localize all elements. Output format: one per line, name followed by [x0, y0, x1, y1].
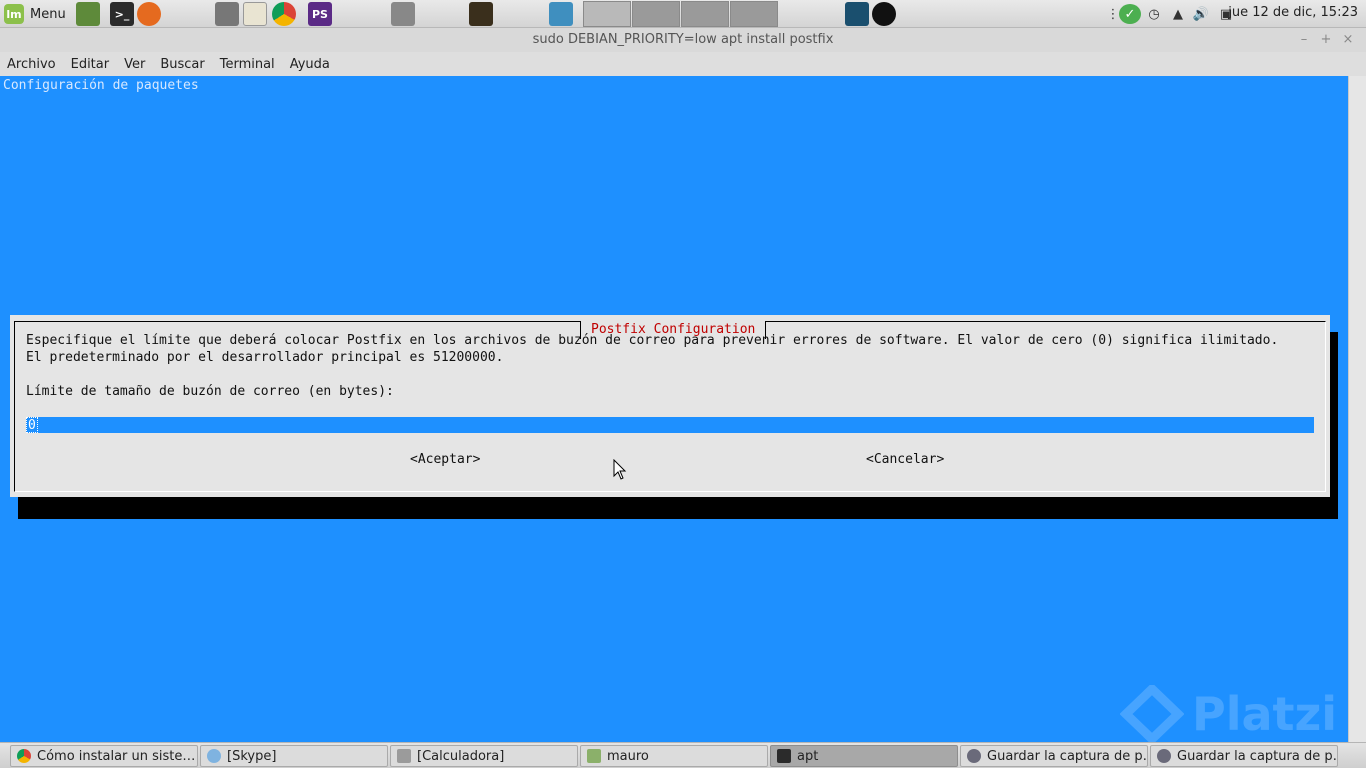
workspace-thumb-terminal[interactable] — [583, 1, 631, 27]
shield-icon[interactable]: ◷ — [1144, 4, 1164, 24]
update-manager-icon[interactable]: ✓ — [1119, 4, 1141, 24]
mouse-pointer-icon — [613, 459, 627, 480]
disk-icon[interactable] — [391, 2, 415, 26]
file-manager-icon — [587, 749, 601, 763]
screenshot-icon — [967, 749, 981, 763]
menubar: Archivo Editar Ver Buscar Terminal Ayuda — [0, 52, 1366, 76]
taskbar-item-label: apt — [797, 748, 819, 764]
taskbar-item-screenshot-1[interactable]: Guardar la captura de p… — [960, 745, 1148, 767]
taskbar-item-label: Guardar la captura de p… — [987, 748, 1148, 764]
window-title: sudo DEBIAN_PRIORITY=low apt install pos… — [0, 28, 1366, 52]
taskbar-item-skype[interactable]: [Skype] — [200, 745, 388, 767]
chrome-icon — [17, 749, 31, 763]
accept-button[interactable]: <Aceptar> — [410, 451, 480, 468]
taskbar-item-label: mauro — [607, 748, 649, 764]
taskbar-item-file-manager[interactable]: mauro — [580, 745, 768, 767]
taskbar-item-chrome[interactable]: Cómo instalar un siste… — [10, 745, 198, 767]
taskbar-item-label: [Calculadora] — [417, 748, 505, 764]
dialog-description-line2: El predeterminado por el desarrollador p… — [26, 350, 504, 365]
network-signal-icon[interactable]: ▲ — [1168, 4, 1188, 24]
taskbar-item-label: Cómo instalar un siste… — [37, 748, 196, 764]
mailbox-limit-label: Límite de tamaño de buzón de correo (en … — [26, 384, 394, 399]
menu-buscar[interactable]: Buscar — [160, 57, 204, 72]
phpstorm-icon[interactable]: PS — [308, 2, 332, 26]
taskbar-item-apt[interactable]: apt — [770, 745, 958, 767]
platzi-watermark: Platzi — [1120, 684, 1337, 744]
terminal-area[interactable]: Configuración de paquetes Postfix Config… — [0, 76, 1348, 742]
watermark-text: Platzi — [1192, 687, 1338, 741]
top-panel: lm Menu >_ PS ⋮ ✓ ◷ ▲ 🔊 ▣ jue 12 de dic,… — [0, 0, 1366, 28]
taskbar-item-label: Guardar la captura de p… — [1177, 748, 1338, 764]
package-config-header: Configuración de paquetes — [3, 78, 199, 93]
skype-icon — [207, 749, 221, 763]
system-monitor-icon[interactable] — [469, 2, 493, 26]
workspace-thumb-4[interactable] — [730, 1, 778, 27]
menu-label: Menu — [30, 6, 66, 22]
workspace-thumb-chrome[interactable] — [632, 1, 680, 27]
menu-archivo[interactable]: Archivo — [7, 57, 56, 72]
postfix-dialog: Postfix Configuration Especifique el lím… — [10, 315, 1330, 497]
camera-icon[interactable] — [215, 2, 239, 26]
taskbar-item-calculator[interactable]: [Calculadora] — [390, 745, 578, 767]
linux-mint-icon: lm — [4, 4, 24, 24]
calculator-icon — [397, 749, 411, 763]
terminal-launcher-icon[interactable]: >_ — [110, 2, 134, 26]
dialog-description-line1: Especifique el límite que deberá colocar… — [26, 333, 1279, 348]
chrome-icon[interactable] — [272, 2, 296, 26]
taskbar-item-screenshot-2[interactable]: Guardar la captura de p… — [1150, 745, 1338, 767]
menu-ver[interactable]: Ver — [124, 57, 145, 72]
obs-icon[interactable] — [872, 2, 896, 26]
terminal-scrollbar[interactable] — [1348, 76, 1366, 742]
minimize-button[interactable]: – — [1294, 28, 1314, 52]
maximize-button[interactable]: + — [1316, 28, 1336, 52]
mailbox-limit-value: 0 — [26, 417, 38, 433]
clock[interactable]: jue 12 de dic, 15:23 — [1228, 5, 1358, 20]
taskbar-item-label: [Skype] — [227, 748, 277, 764]
volume-icon[interactable]: 🔊 — [1190, 4, 1212, 24]
terminal-icon — [777, 749, 791, 763]
text-editor-icon[interactable] — [243, 2, 267, 26]
firefox-icon[interactable] — [137, 2, 161, 26]
bottom-panel: Cómo instalar un siste… [Skype] [Calcula… — [0, 742, 1366, 768]
mailbox-limit-input[interactable]: 0 — [26, 417, 1314, 433]
tray-menu-icon[interactable]: ⋮ — [1107, 4, 1120, 24]
cancel-button[interactable]: <Cancelar> — [866, 451, 944, 468]
platzi-logo-icon — [1120, 685, 1184, 743]
menu-terminal[interactable]: Terminal — [220, 57, 275, 72]
close-button[interactable]: × — [1338, 28, 1358, 52]
menu-button[interactable]: lm Menu — [4, 3, 66, 25]
menu-ayuda[interactable]: Ayuda — [290, 57, 330, 72]
monitor-chart-icon[interactable] — [549, 2, 573, 26]
app-launcher-icon[interactable] — [845, 2, 869, 26]
workspace-thumb-3[interactable] — [681, 1, 729, 27]
screenshot-icon — [1157, 749, 1171, 763]
show-desktop-icon[interactable] — [76, 2, 100, 26]
menu-editar[interactable]: Editar — [71, 57, 110, 72]
